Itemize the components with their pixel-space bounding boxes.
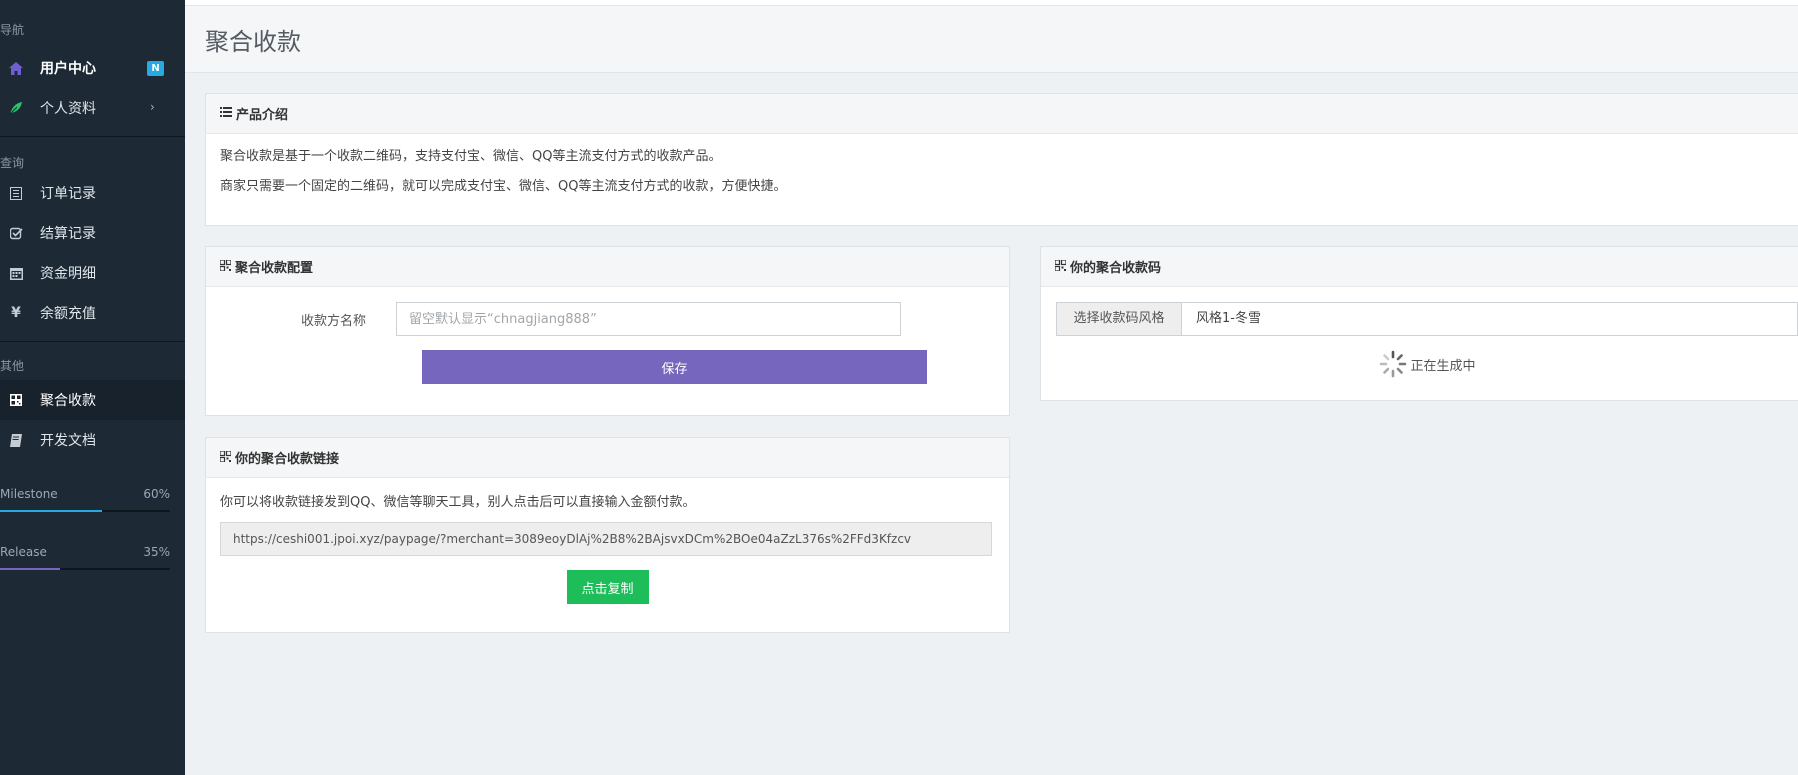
leaf-icon	[8, 100, 24, 116]
generating-status: 正在生成中	[1056, 336, 1798, 392]
qrcode-icon	[1054, 258, 1067, 274]
panel-title: 你的聚合收款码	[1070, 261, 1162, 276]
sidebar-item-aggregate-pay[interactable]: 聚合收款	[0, 380, 185, 420]
sidebar-section-nav: 导航	[0, 23, 25, 37]
progress-label: Milestone	[0, 487, 58, 501]
list-icon	[220, 107, 232, 120]
style-select[interactable]: 风格1-冬雪	[1182, 303, 1797, 335]
sidebar-item-user-center[interactable]: 用户中心 N	[0, 48, 185, 88]
sidebar-item-label: 资金明细	[40, 266, 96, 282]
code-panel: 你的聚合收款码 选择收款码风格 风格1-冬雪 正在生成中	[1040, 246, 1798, 401]
qrcode-icon	[8, 392, 24, 408]
panel-header: 你的聚合收款码	[1041, 247, 1798, 287]
payee-name-row: 收款方名称	[206, 302, 1009, 336]
sidebar-item-recharge[interactable]: ¥ 余额充值	[0, 293, 185, 333]
new-badge: N	[147, 61, 164, 76]
progress-value: 60%	[143, 487, 170, 501]
sidebar: 导航 用户中心 N 个人资料 › 查询 订单记录 结算记录 资金明细 ¥ 余额充…	[0, 0, 185, 775]
calendar-icon	[8, 265, 24, 281]
sidebar-item-label: 开发文档	[40, 433, 96, 449]
payee-name-label: 收款方名称	[300, 313, 366, 329]
save-button[interactable]: 保存	[422, 350, 927, 384]
sidebar-item-label: 个人资料	[40, 101, 96, 117]
sidebar-item-settlements[interactable]: 结算记录	[0, 213, 185, 253]
link-description: 你可以将收款链接发到QQ、微信等聊天工具，别人点击后可以直接输入金额付款。	[220, 495, 696, 510]
intro-panel: 产品介绍 聚合收款是基于一个收款二维码，支持支付宝、微信、QQ等主流支付方式的收…	[205, 93, 1798, 226]
qrcode-icon	[219, 258, 232, 274]
progress-release: Release 35%	[0, 542, 170, 570]
book-icon	[8, 432, 24, 448]
generating-text: 正在生成中	[1410, 358, 1476, 374]
sidebar-item-label: 聚合收款	[40, 393, 96, 409]
sidebar-item-orders[interactable]: 订单记录	[0, 173, 185, 213]
sidebar-item-funds[interactable]: 资金明细	[0, 253, 185, 293]
panel-header: 你的聚合收款链接	[206, 438, 1009, 478]
qrcode-icon	[219, 449, 232, 465]
panel-header: 聚合收款配置	[206, 247, 1009, 287]
page-header: 聚合收款	[185, 6, 1798, 73]
sidebar-section-other: 其他	[0, 359, 25, 373]
intro-text: 聚合收款是基于一个收款二维码，支持支付宝、微信、QQ等主流支付方式的收款产品。	[220, 149, 722, 164]
intro-text: 商家只需要一个固定的二维码，就可以完成支付宝、微信、QQ等主流支付方式的收款，方…	[220, 179, 787, 194]
progress-track	[0, 568, 170, 570]
sidebar-item-label: 结算记录	[40, 226, 96, 242]
style-select-group: 选择收款码风格 风格1-冬雪	[1056, 302, 1798, 336]
sidebar-item-dev-docs[interactable]: 开发文档	[0, 420, 185, 460]
progress-label: Release	[0, 545, 47, 559]
sidebar-item-label: 订单记录	[40, 186, 96, 202]
panel-header: 产品介绍	[206, 94, 1798, 134]
list-icon	[8, 185, 24, 201]
check-square-icon	[8, 225, 24, 241]
payment-link-field[interactable]: https://ceshi001.jpoi.xyz/paypage/?merch…	[220, 522, 992, 556]
panel-title: 聚合收款配置	[235, 261, 314, 276]
yen-icon: ¥	[11, 305, 21, 321]
page-title: 聚合收款	[205, 28, 301, 56]
progress-fill	[0, 510, 102, 512]
progress-track	[0, 510, 170, 512]
config-panel: 聚合收款配置 收款方名称 保存	[205, 246, 1010, 416]
copy-link-button[interactable]: 点击复制	[566, 570, 649, 604]
panel-title: 你的聚合收款链接	[235, 452, 340, 467]
sidebar-item-label: 余额充值	[40, 306, 96, 322]
panel-title: 产品介绍	[236, 108, 289, 123]
sidebar-section-query: 查询	[0, 156, 25, 170]
loading-spinner-icon	[1380, 350, 1407, 378]
progress-milestone: Milestone 60%	[0, 484, 170, 512]
progress-fill	[0, 568, 60, 570]
sidebar-item-profile[interactable]: 个人资料 ›	[0, 88, 185, 128]
home-icon	[8, 60, 24, 76]
payee-name-input[interactable]	[396, 302, 901, 336]
progress-value: 35%	[143, 545, 170, 559]
style-select-label: 选择收款码风格	[1057, 303, 1182, 335]
link-panel: 你的聚合收款链接 你可以将收款链接发到QQ、微信等聊天工具，别人点击后可以直接输…	[205, 437, 1010, 633]
chevron-right-icon: ›	[150, 100, 155, 114]
